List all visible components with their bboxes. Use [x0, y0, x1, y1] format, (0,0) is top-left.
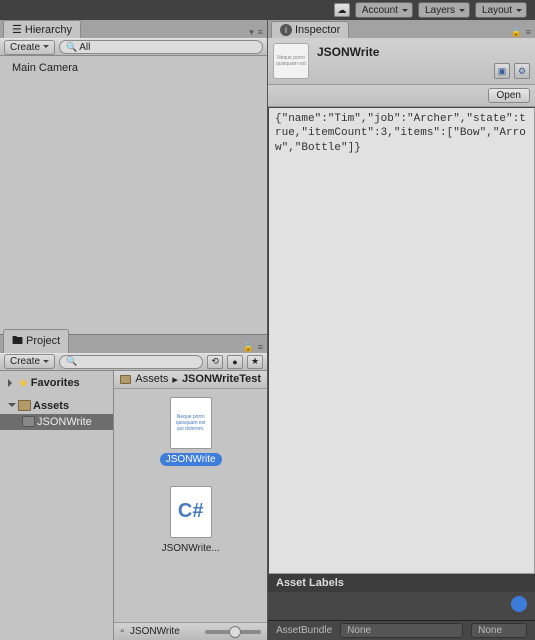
assetbundle-variant-dropdown[interactable]: None [471, 623, 527, 638]
hierarchy-body[interactable]: Main Camera [0, 56, 267, 335]
inspector-options[interactable]: 🔒≡ [511, 27, 531, 38]
filter-button-2[interactable]: ● [227, 355, 243, 369]
top-toolbar: ☁ Account Layers Layout [0, 0, 535, 20]
project-search[interactable]: 🔍 [59, 355, 203, 369]
hierarchy-tabbar: ☰Hierarchy ▾≡ [0, 20, 267, 38]
hierarchy-icon: ☰ [12, 23, 22, 36]
assetbundle-bar: AssetBundle None None [268, 620, 535, 640]
hierarchy-create-button[interactable]: Create [4, 40, 55, 55]
account-dropdown[interactable]: Account [355, 2, 413, 18]
file-label: JSONWrite... [156, 542, 226, 555]
filter-button-1[interactable]: ⟲ [207, 355, 223, 369]
folder-icon [120, 375, 131, 384]
text-preview[interactable]: {"name":"Tim","job":"Archer","state":tru… [268, 107, 535, 574]
inspector-tabbar: iInspector 🔒≡ [268, 20, 535, 38]
csharp-file-icon: C# [170, 486, 212, 538]
project-body: ★Favorites Assets JSONWrite Assets ▸ JSO… [0, 371, 267, 640]
project-create-button[interactable]: Create [4, 354, 55, 369]
info-icon: i [280, 24, 292, 36]
cloud-icon[interactable]: ☁ [334, 2, 350, 18]
hierarchy-tab[interactable]: ☰Hierarchy [3, 20, 81, 38]
zoom-slider[interactable] [205, 630, 261, 634]
hierarchy-options[interactable]: ▾≡ [249, 27, 263, 38]
project-options[interactable]: 🔒≡ [243, 342, 263, 353]
inspector-tab[interactable]: iInspector [271, 21, 349, 38]
tag-icon[interactable] [508, 593, 531, 616]
project-tab[interactable]: 🖿Project [3, 329, 69, 353]
hierarchy-search[interactable]: 🔍All [59, 40, 263, 54]
filter-star-button[interactable]: ★ [247, 355, 263, 369]
project-toolbar: Create 🔍 ⟲ ● ★ [0, 353, 267, 371]
project-tabbar: 🖿Project 🔒≡ [0, 335, 267, 353]
inspector-header: Neque porro quisquam est JSONWrite ▣ ⚙ [268, 38, 535, 85]
breadcrumb[interactable]: Assets ▸ JSONWriteTest [114, 371, 267, 389]
doc-icon: ▫ [120, 626, 124, 637]
file-label: JSONWrite [160, 453, 222, 466]
asset-name: JSONWrite [317, 43, 530, 59]
asset-labels-header[interactable]: Asset Labels [268, 574, 535, 592]
open-button[interactable]: Open [488, 88, 530, 103]
folder-icon [18, 400, 31, 411]
layout-dropdown[interactable]: Layout [475, 2, 527, 18]
project-content: Assets ▸ JSONWriteTest Neque porro quisq… [114, 371, 267, 640]
project-footer: ▫ JSONWrite [114, 622, 267, 640]
assets-subfolder[interactable]: JSONWrite [0, 414, 113, 430]
hierarchy-toolbar: Create 🔍All [0, 38, 267, 56]
file-item[interactable]: C# JSONWrite... [146, 486, 236, 555]
star-icon: ★ [18, 376, 29, 390]
assets-row[interactable]: Assets [0, 398, 113, 414]
asset-type-icon: Neque porro quisquam est [273, 43, 309, 79]
hierarchy-item[interactable]: Main Camera [8, 60, 259, 76]
text-file-icon: Neque porro quisquam est qui dolorem. [170, 397, 212, 449]
prefab-icon[interactable]: ▣ [494, 63, 510, 79]
asset-labels-body[interactable] [268, 592, 535, 620]
layers-dropdown[interactable]: Layers [418, 2, 470, 18]
folder-icon: 🖿 [12, 332, 23, 351]
assetbundle-name-dropdown[interactable]: None [340, 623, 463, 638]
file-grid[interactable]: Neque porro quisquam est qui dolorem. JS… [114, 389, 267, 623]
folder-icon [22, 416, 35, 427]
project-tree[interactable]: ★Favorites Assets JSONWrite [0, 371, 114, 640]
inspector-body: Neque porro quisquam est JSONWrite ▣ ⚙ O… [268, 38, 535, 640]
favorites-row[interactable]: ★Favorites [0, 374, 113, 392]
gear-icon[interactable]: ⚙ [514, 63, 530, 79]
file-item[interactable]: Neque porro quisquam est qui dolorem. JS… [146, 397, 236, 466]
